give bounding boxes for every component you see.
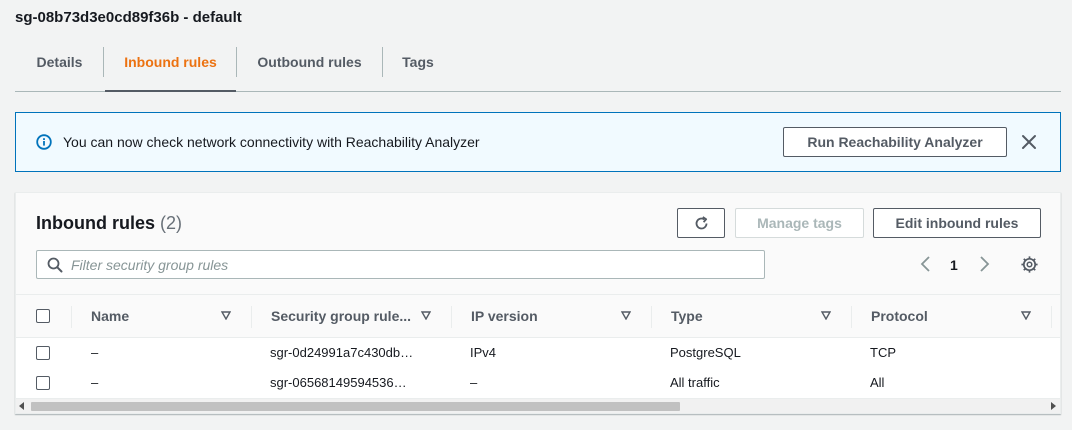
cell-type: All traffic [670,375,720,390]
table-header: Name Security group rule... IP version T… [16,294,1060,338]
refresh-icon [695,216,708,230]
chevron-right-icon[interactable] [977,255,991,273]
chevron-left-icon[interactable] [919,255,933,273]
cell-rule-id[interactable]: sgr-0d24991a7c430db… [270,338,440,368]
column-header-label: IP version [471,308,538,324]
column-header-label: Name [91,308,130,324]
cell-name: – [91,345,99,360]
scroll-left-arrow-icon[interactable] [19,402,24,410]
tab-divider [103,47,104,77]
filter-search-box [36,250,765,279]
close-icon[interactable] [1020,133,1038,151]
sort-icon [221,311,231,320]
column-header-name[interactable]: Name [71,295,251,337]
tab-inbound-rules[interactable]: Inbound rules [105,46,236,92]
panel-title-text: Inbound rules [36,213,155,233]
rule-count: (2) [160,213,183,233]
run-reachability-analyzer-button[interactable]: Run Reachability Analyzer [783,127,1007,157]
column-header-label: Protocol [871,308,928,324]
info-icon [36,134,52,150]
column-header-label: Security group rule... [271,308,412,324]
column-divider [1051,306,1052,328]
cell-name: – [91,375,99,390]
cell-ip-version: IPv4 [470,345,497,360]
manage-tags-button[interactable]: Manage tags [735,208,864,238]
inbound-rules-panel: Inbound rules (2) Manage tags Edit inbou… [15,192,1061,414]
tab-tags[interactable]: Tags [383,46,453,91]
sort-icon [421,311,431,320]
sort-icon [821,311,831,320]
flash-message: You can now check network connectivity w… [63,134,480,150]
horizontal-scrollbar[interactable] [16,399,1060,413]
edit-inbound-rules-button[interactable]: Edit inbound rules [873,208,1041,238]
column-header-ip-version[interactable]: IP version [451,295,651,337]
search-icon [47,257,63,273]
table-row[interactable]: – sgr-0d24991a7c430db… IPv4 PostgreSQL T… [16,338,1060,369]
table-row[interactable]: – sgr-06568149594536… – All traffic All [16,368,1060,399]
page-number[interactable]: 1 [950,257,958,273]
scroll-right-arrow-icon[interactable] [1051,402,1056,410]
cell-ip-version: – [470,375,478,390]
cell-type: PostgreSQL [670,345,741,360]
row-checkbox[interactable] [36,376,50,390]
column-header-rule-id[interactable]: Security group rule... [251,295,451,337]
column-header-label: Type [671,308,703,324]
gear-icon[interactable] [1020,255,1039,274]
refresh-button[interactable] [677,208,725,238]
page-title: sg-08b73d3e0cd89f36b - default [15,9,242,26]
cell-rule-id[interactable]: sgr-06568149594536… [270,368,440,398]
cell-protocol: TCP [870,345,896,360]
select-all-checkbox[interactable] [36,309,50,323]
row-checkbox[interactable] [36,346,50,360]
cell-protocol: All [870,375,885,390]
column-header-protocol[interactable]: Protocol [851,295,1051,337]
tab-bar: Details Inbound rules Outbound rules Tag… [15,46,1061,92]
tab-details[interactable]: Details [15,46,104,91]
sort-icon [1021,311,1031,320]
sort-icon [621,311,631,320]
reachability-flash-banner: You can now check network connectivity w… [15,112,1061,172]
tab-outbound-rules[interactable]: Outbound rules [237,46,382,91]
panel-title: Inbound rules (2) [36,213,182,234]
filter-input[interactable] [71,255,751,275]
column-header-type[interactable]: Type [651,295,851,337]
scrollbar-thumb[interactable] [31,402,680,411]
